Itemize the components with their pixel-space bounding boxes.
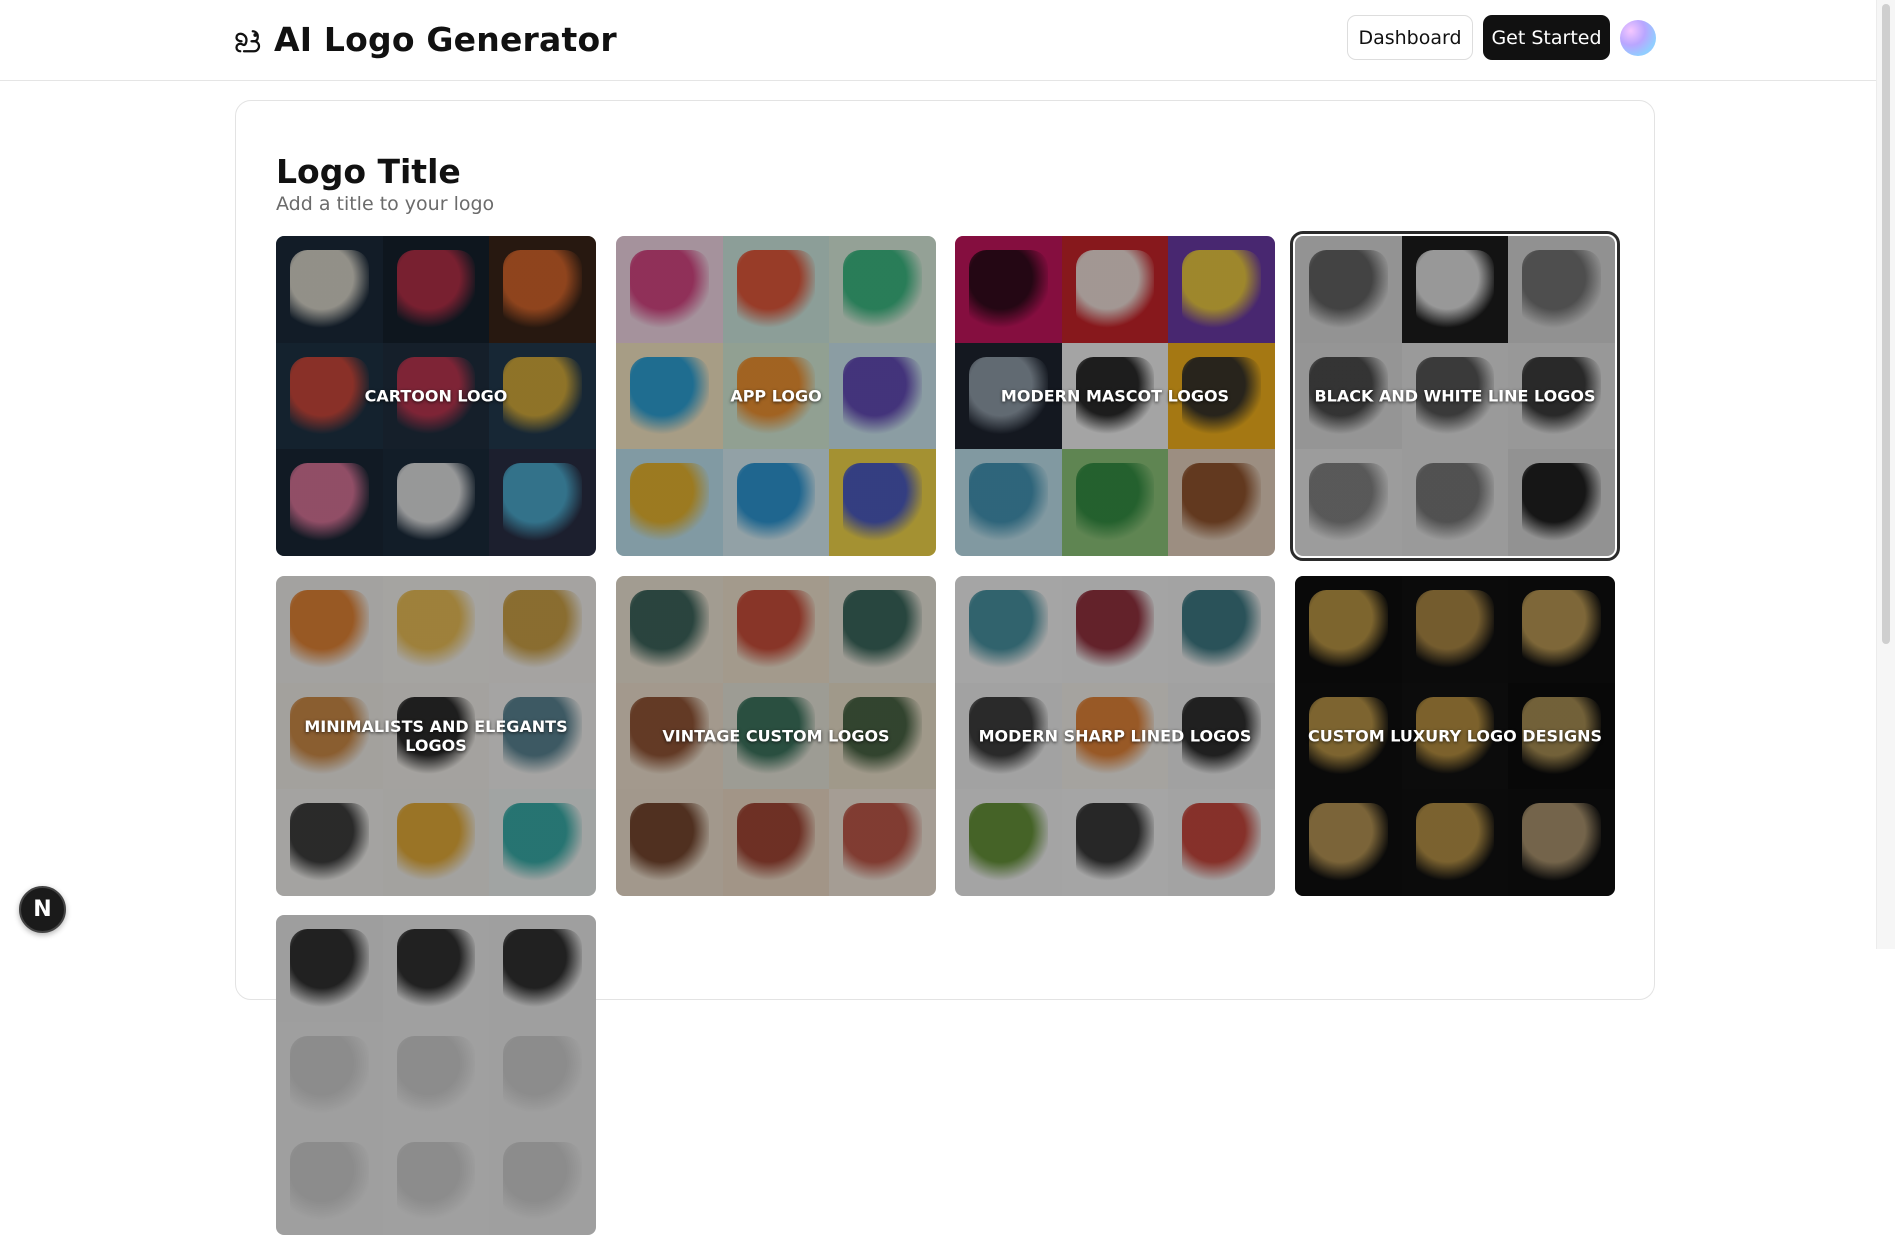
style-tile[interactable]: MODERN SHARP LINED LOGOS bbox=[955, 576, 1275, 896]
dashboard-button[interactable]: Dashboard bbox=[1347, 15, 1473, 60]
style-tile[interactable]: CARTOON LOGO bbox=[276, 236, 596, 556]
tile-overlay bbox=[276, 915, 596, 1235]
style-tile-label: APP LOGO bbox=[730, 386, 822, 406]
nextjs-dev-badge[interactable]: N bbox=[19, 886, 66, 933]
style-tile-label: MINIMALISTS AND ELEGANTS LOGOS bbox=[304, 717, 568, 755]
style-tile[interactable] bbox=[276, 915, 596, 1235]
style-tile-label: CARTOON LOGO bbox=[364, 386, 508, 406]
page-title: Logo Title bbox=[276, 152, 461, 191]
get-started-button[interactable]: Get Started bbox=[1483, 15, 1610, 60]
style-tile-label: BLACK AND WHITE LINE LOGOS bbox=[1314, 386, 1596, 406]
style-tile[interactable]: APP LOGO bbox=[616, 236, 936, 556]
page-subtitle: Add a title to your logo bbox=[276, 193, 495, 215]
page-scrollbar[interactable] bbox=[1876, 0, 1895, 949]
app-title: AI Logo Generator bbox=[274, 20, 617, 59]
style-tile-label: MODERN SHARP LINED LOGOS bbox=[978, 726, 1252, 746]
scrollbar-thumb[interactable] bbox=[1882, 4, 1890, 644]
style-tile[interactable]: VINTAGE CUSTOM LOGOS bbox=[616, 576, 936, 896]
style-tile[interactable]: CUSTOM LUXURY LOGO DESIGNS bbox=[1295, 576, 1615, 896]
style-tile[interactable]: BLACK AND WHITE LINE LOGOS bbox=[1290, 231, 1620, 561]
avatar[interactable] bbox=[1620, 20, 1656, 56]
style-tile-label: CUSTOM LUXURY LOGO DESIGNS bbox=[1307, 726, 1603, 746]
style-tile-label: VINTAGE CUSTOM LOGOS bbox=[662, 726, 890, 746]
style-tile[interactable]: MINIMALISTS AND ELEGANTS LOGOS bbox=[276, 576, 596, 896]
style-tile[interactable]: MODERN MASCOT LOGOS bbox=[955, 236, 1275, 556]
brand[interactable]: AI Logo Generator bbox=[234, 20, 617, 59]
top-navbar: AI Logo Generator Dashboard Get Started bbox=[0, 0, 1876, 81]
squirrel-icon bbox=[235, 29, 261, 52]
style-tile-label: MODERN MASCOT LOGOS bbox=[1000, 386, 1230, 406]
